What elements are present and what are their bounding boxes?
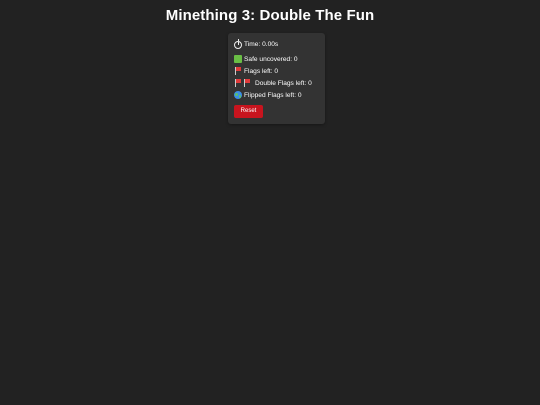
time-row: Time: 0.00s (234, 39, 278, 49)
flipped-flags-left-row: Flipped Flags left: 0 (234, 90, 302, 100)
time-label: Time: 0.00s (244, 40, 279, 48)
stats-panel: Time: 0.00s Safe uncovered: 0 Flags left… (228, 33, 325, 124)
red-flag-icon (234, 79, 242, 87)
stopwatch-icon (234, 39, 242, 49)
double-flags-left-row: Double Flags left: 0 (234, 78, 312, 88)
flipped-flags-left-label: Flipped Flags left: 0 (244, 91, 302, 99)
flags-left-row: Flags left: 0 (234, 66, 278, 76)
globe-icon (234, 91, 242, 99)
flags-left-label: Flags left: 0 (244, 67, 279, 75)
double-red-flag-icon (234, 79, 252, 87)
safe-uncovered-row: Safe uncovered: 0 (234, 54, 298, 64)
double-flags-left-label: Double Flags left: 0 (255, 79, 312, 87)
green-square-icon (234, 55, 242, 63)
safe-uncovered-label: Safe uncovered: 0 (244, 55, 298, 63)
red-flag-icon (243, 79, 251, 87)
red-flag-icon (234, 67, 242, 75)
game-title: Minething 3: Double The Fun (165, 7, 375, 24)
reset-button[interactable]: Reset (234, 105, 263, 118)
